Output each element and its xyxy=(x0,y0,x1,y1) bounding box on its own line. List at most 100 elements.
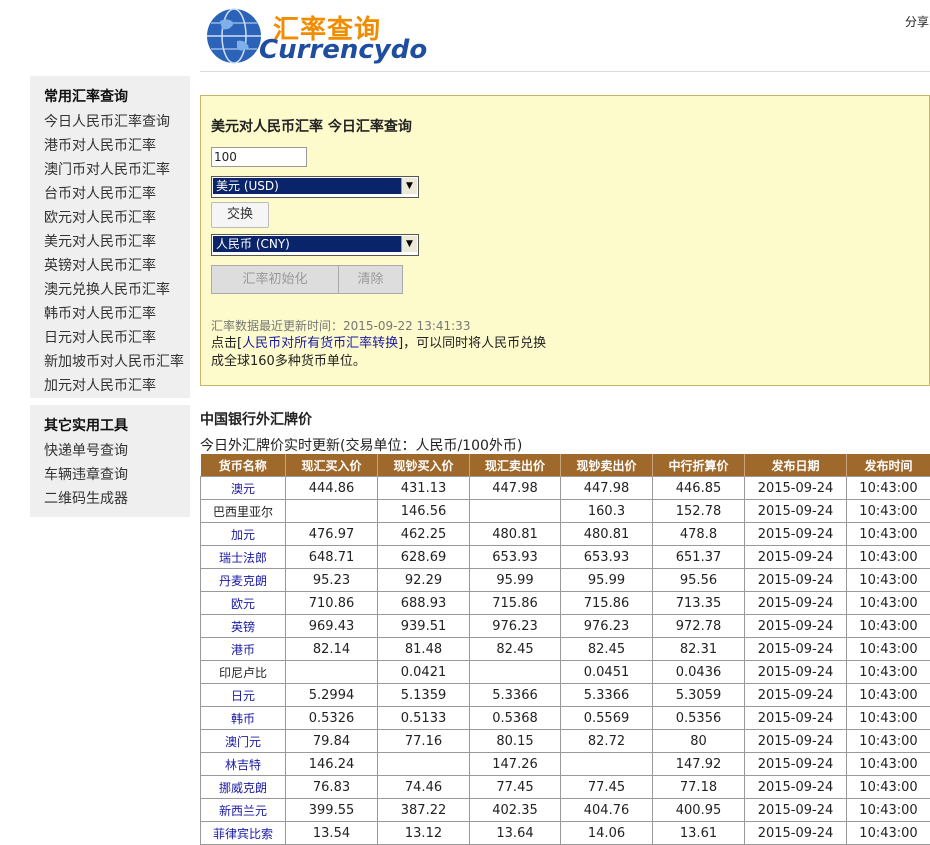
sidebar-common-link[interactable]: 英镑对人民币汇率 xyxy=(44,258,156,274)
column-header: 货币名称 xyxy=(200,454,286,477)
currency-link[interactable]: 菲律宾比索 xyxy=(213,827,273,841)
currency-link[interactable]: 瑞士法郎 xyxy=(219,551,267,565)
sidebar-common-item[interactable]: 加元对人民币汇率 xyxy=(44,374,190,398)
to-currency-select[interactable]: 人民币 (CNY) ▼ xyxy=(211,234,419,256)
column-header: 现汇卖出价 xyxy=(469,454,561,477)
sidebar-common-link[interactable]: 日元对人民币汇率 xyxy=(44,330,156,346)
amount-input[interactable]: 100 xyxy=(211,147,307,167)
currency-name: 巴西里亚尔 xyxy=(212,504,273,519)
currency-name-cell: 欧元 xyxy=(200,591,286,615)
rate-cell: 81.48 xyxy=(377,637,470,661)
sidebar-common-link[interactable]: 台币对人民币汇率 xyxy=(44,186,156,202)
note-line2: 成全球160多种货币单位。 xyxy=(211,354,366,369)
table-row: 欧元 710.86 688.93 715.86 715.86 713.35 2015-09-… xyxy=(200,591,930,615)
sidebar-common-link[interactable]: 美元对人民币汇率 xyxy=(44,234,156,250)
currency-link[interactable]: 英镑 xyxy=(231,620,255,634)
table-row: 澳元 444.86 431.13 447.98 447.98 446.85 2015-09-… xyxy=(200,476,930,500)
rate-cell: 0.5133 xyxy=(377,706,470,730)
from-currency-select[interactable]: 美元 (USD) ▼ xyxy=(211,176,419,198)
rate-cell: 447.98 xyxy=(469,476,561,500)
table-row: 日元 5.2994 5.1359 5.3366 5.3366 5.3059 2015-09-… xyxy=(200,683,930,707)
clear-button[interactable]: 清除 xyxy=(338,265,403,294)
table-row: 澳门元 79.84 77.16 80.15 82.72 80 2015-09-24 10:43… xyxy=(200,729,930,753)
currency-link[interactable]: 新西兰元 xyxy=(219,804,267,818)
currency-link[interactable]: 澳元 xyxy=(231,482,255,496)
all-currencies-link[interactable]: 人民币对所有货币汇率转换 xyxy=(242,336,398,351)
sidebar-tool-link[interactable]: 快递单号查询 xyxy=(44,443,128,459)
rate-cell: 969.43 xyxy=(285,614,378,638)
sidebar-common-link[interactable]: 澳元兑换人民币汇率 xyxy=(44,282,170,298)
rate-cell: 95.23 xyxy=(285,568,378,592)
table-row: 巴西里亚尔 146.56 160.3 152.78 2015-09-24 10:43:00 xyxy=(200,499,930,523)
rate-cell: 0.5326 xyxy=(285,706,378,730)
rate-cell: 0.5569 xyxy=(560,706,653,730)
logo-english-text: Currencydo xyxy=(259,35,428,65)
rate-cell: 715.86 xyxy=(560,591,653,615)
currency-name-cell: 日元 xyxy=(200,683,286,707)
rate-cell: 628.69 xyxy=(377,545,470,569)
table-row: 菲律宾比索 13.54 13.12 13.64 14.06 13.61 2015-09-24… xyxy=(200,821,930,845)
sidebar-common-item[interactable]: 今日人民币汇率查询 xyxy=(44,110,190,134)
currency-link[interactable]: 港币 xyxy=(231,643,255,657)
sidebar-common-item[interactable]: 新加坡币对人民币汇率 xyxy=(44,350,190,374)
sidebar-common-item[interactable]: 港币对人民币汇率 xyxy=(44,134,190,158)
sidebar-common-item[interactable]: 欧元对人民币汇率 xyxy=(44,206,190,230)
init-rates-button[interactable]: 汇率初始化 xyxy=(211,265,339,294)
sidebar-common-link[interactable]: 澳门币对人民币汇率 xyxy=(44,162,170,178)
rate-cell xyxy=(285,499,378,523)
sidebar-common-item[interactable]: 澳门币对人民币汇率 xyxy=(44,158,190,182)
site-logo[interactable]: 汇率查询 Currencydo xyxy=(205,5,427,65)
sidebar-tool-item[interactable]: 快递单号查询 xyxy=(44,439,190,463)
currency-link[interactable]: 挪威克朗 xyxy=(219,781,267,795)
currency-link[interactable]: 欧元 xyxy=(231,597,255,611)
table-row: 英镑 969.43 939.51 976.23 976.23 972.78 2015-09-… xyxy=(200,614,930,638)
currency-link[interactable]: 丹麦克朗 xyxy=(219,574,267,588)
rate-cell: 77.16 xyxy=(377,729,470,753)
currency-name-cell: 林吉特 xyxy=(200,752,286,776)
chevron-down-icon[interactable]: ▼ xyxy=(401,178,417,194)
rate-cell xyxy=(377,752,470,776)
sidebar-common-link[interactable]: 新加坡币对人民币汇率 xyxy=(44,354,184,370)
sidebar-common-link[interactable]: 加元对人民币汇率 xyxy=(44,378,156,394)
column-header: 现钞卖出价 xyxy=(560,454,653,477)
sidebar-tool-item[interactable]: 二维码生成器 xyxy=(44,487,190,511)
table-row: 印尼卢比 0.0421 0.0451 0.0436 2015-09-24 10:43:00 xyxy=(200,660,930,684)
rate-cell: 476.97 xyxy=(285,522,378,546)
rate-cell: 447.98 xyxy=(560,476,653,500)
rate-cell: 152.78 xyxy=(652,499,745,523)
rate-cell: 5.3059 xyxy=(652,683,745,707)
note-prefix: 点击[ xyxy=(211,336,243,351)
sidebar-common-link[interactable]: 欧元对人民币汇率 xyxy=(44,210,156,226)
currency-link[interactable]: 韩币 xyxy=(231,712,255,726)
rate-cell: 0.5356 xyxy=(652,706,745,730)
sidebar-common-item[interactable]: 韩币对人民币汇率 xyxy=(44,302,190,326)
rate-cell: 147.26 xyxy=(469,752,561,776)
rate-cell: 976.23 xyxy=(469,614,561,638)
sidebar-common-item[interactable]: 美元对人民币汇率 xyxy=(44,230,190,254)
rate-cell: 95.56 xyxy=(652,568,745,592)
sidebar-common-link[interactable]: 港币对人民币汇率 xyxy=(44,138,156,154)
share-link[interactable]: 分享 xyxy=(905,13,929,30)
currency-link[interactable]: 林吉特 xyxy=(225,758,261,772)
sidebar-common-item[interactable]: 澳元兑换人民币汇率 xyxy=(44,278,190,302)
sidebar-tool-item[interactable]: 车辆违章查询 xyxy=(44,463,190,487)
swap-button[interactable]: 交换 xyxy=(211,202,269,228)
sidebar-common-link[interactable]: 今日人民币汇率查询 xyxy=(44,114,170,130)
sidebar-common-item[interactable]: 日元对人民币汇率 xyxy=(44,326,190,350)
currency-link[interactable]: 澳门元 xyxy=(225,735,261,749)
currency-name-cell: 新西兰元 xyxy=(200,798,286,822)
currency-link[interactable]: 加元 xyxy=(231,528,255,542)
rate-cell: 939.51 xyxy=(377,614,470,638)
rate-cell xyxy=(560,752,653,776)
rate-cell: 710.86 xyxy=(285,591,378,615)
rate-cell: 14.06 xyxy=(560,821,653,845)
sidebar-common-link[interactable]: 韩币对人民币汇率 xyxy=(44,306,156,322)
sidebar-common-item[interactable]: 台币对人民币汇率 xyxy=(44,182,190,206)
chevron-down-icon[interactable]: ▼ xyxy=(401,236,417,252)
rate-cell: 0.5368 xyxy=(469,706,561,730)
exchange-rates-table: 货币名称 现汇买入价 现钞买入价 现汇卖出价 现钞卖出价 中行折算价 发布日期 发布时间 澳元… xyxy=(200,454,930,845)
sidebar-tool-link[interactable]: 二维码生成器 xyxy=(44,491,128,507)
sidebar-common-item[interactable]: 英镑对人民币汇率 xyxy=(44,254,190,278)
currency-link[interactable]: 日元 xyxy=(231,689,255,703)
sidebar-tool-link[interactable]: 车辆违章查询 xyxy=(44,467,128,483)
